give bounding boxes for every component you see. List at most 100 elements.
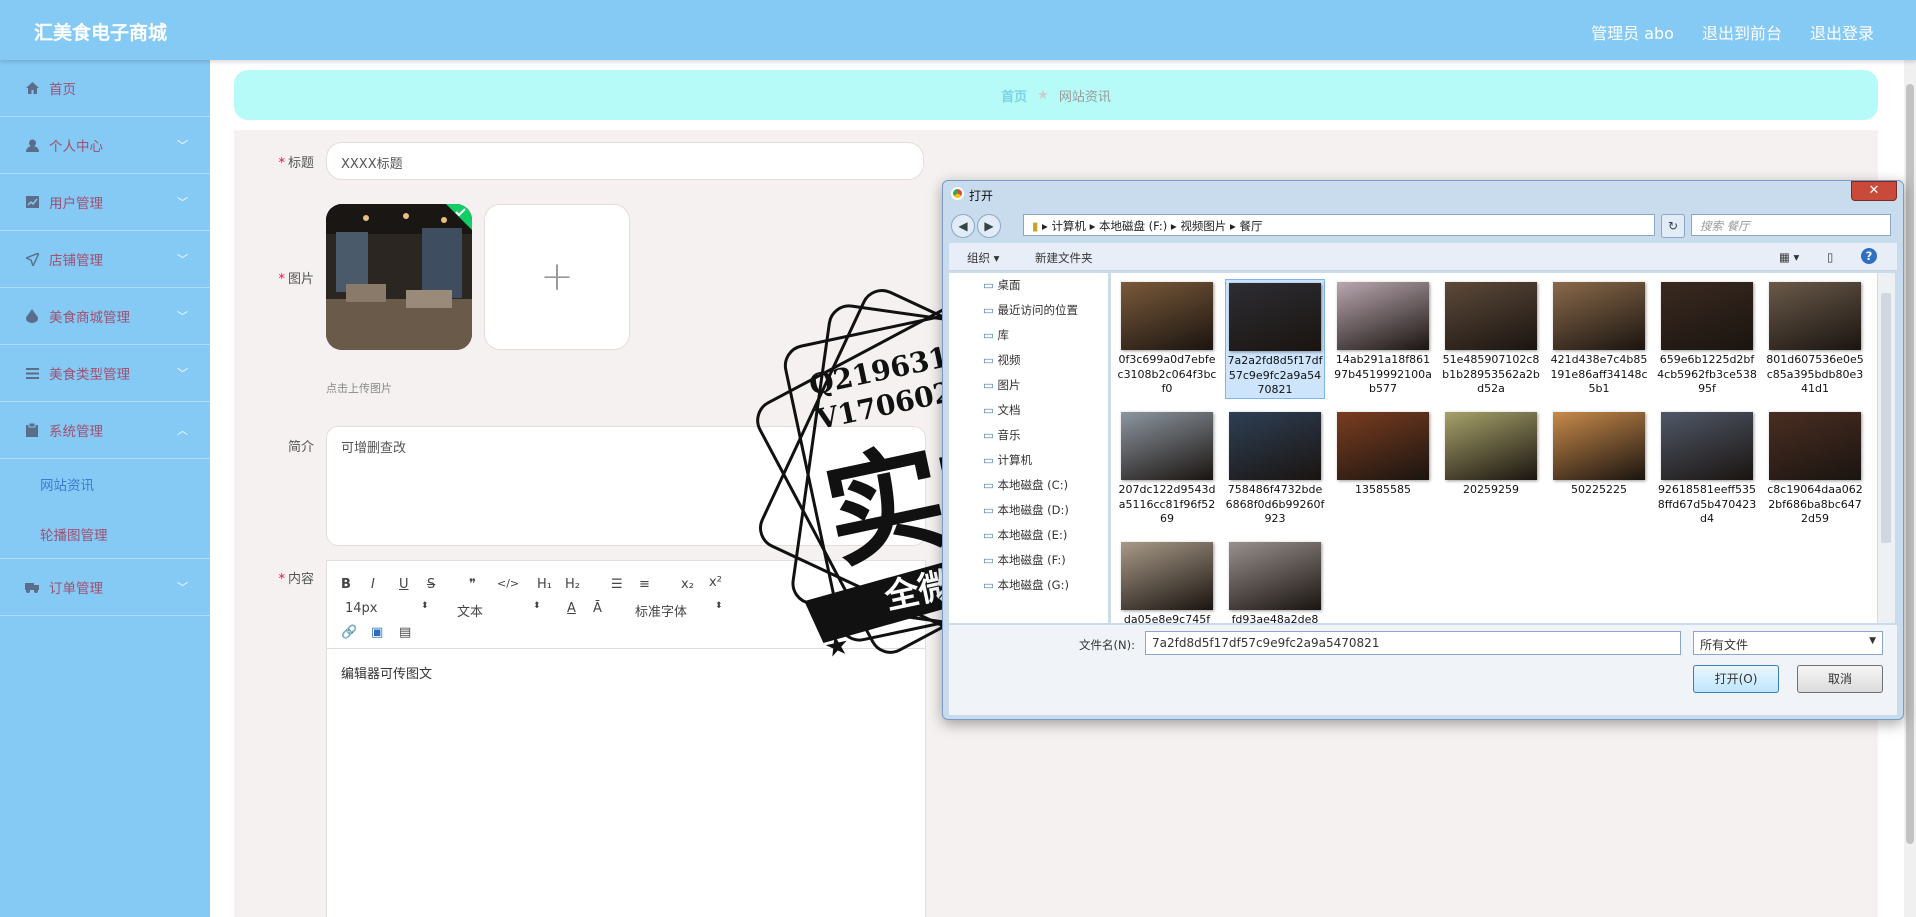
back-arrow-icon[interactable]: ◀ <box>951 214 975 238</box>
admin-user-link[interactable]: 管理员 abo <box>1591 20 1674 44</box>
code-icon[interactable]: </> <box>497 577 519 590</box>
logout-link[interactable]: 退出登录 <box>1810 20 1874 44</box>
sidebar-item-personal[interactable]: 个人中心 ﹀ <box>0 117 210 174</box>
upload-hint: 点击上传图片 <box>326 382 392 395</box>
font-color-icon[interactable]: A <box>567 601 576 616</box>
link-icon[interactable]: 🔗 <box>341 625 357 640</box>
dialog-close-button[interactable]: ✕ <box>1851 181 1897 201</box>
image-thumbnail <box>1337 282 1429 350</box>
tree-item[interactable]: ▭ 本地磁盘 (E:) <box>983 527 1067 543</box>
file-tile[interactable]: 7a2a2fd8d5f17df57c9e9fc2a9a5470821 <box>1225 279 1325 399</box>
sidebar-item-orders[interactable]: 订单管理 ﹀ <box>0 559 210 616</box>
chevron-down-icon: ﹀ <box>177 253 188 266</box>
sidebar-item-home[interactable]: 首页 <box>0 60 210 117</box>
path-segment[interactable]: 视频图片 <box>1180 219 1226 233</box>
search-input[interactable]: 搜索 餐厅 <box>1691 214 1891 236</box>
file-tile[interactable]: 92618581eeff5358ffd67d5b470423d4 <box>1657 409 1757 527</box>
organize-button[interactable]: 组织 ▾ <box>967 250 999 266</box>
cancel-button[interactable]: 取消 <box>1797 665 1883 693</box>
address-bar[interactable]: ▮ ▸ 计算机 ▸ 本地磁盘 (F:) ▸ 视频图片 ▸ 餐厅 <box>1023 214 1655 236</box>
breadcrumb-home[interactable]: 首页 <box>1001 86 1027 105</box>
tree-item[interactable]: ▭ 计算机 <box>983 452 1032 468</box>
add-image-button[interactable]: + <box>484 204 630 350</box>
back-to-front-link[interactable]: 退出到前台 <box>1702 20 1782 44</box>
tree-item[interactable]: ▭ 桌面 <box>983 277 1021 293</box>
bold-icon[interactable]: B <box>341 577 351 592</box>
recent-icon: ▭ <box>983 303 998 317</box>
view-menu-icon[interactable]: ▦ ▾ <box>1779 250 1799 264</box>
file-tile[interactable]: 207dc122d9543da5116cc81f96f5269 <box>1117 409 1217 527</box>
tree-item[interactable]: ▭ 音乐 <box>983 427 1021 443</box>
h2-icon[interactable]: H₂ <box>565 577 580 592</box>
tree-item[interactable]: ▭ 本地磁盘 (D:) <box>983 502 1069 518</box>
underline-icon[interactable]: U <box>399 577 409 592</box>
file-tile[interactable]: 758486f4732bde6868f0d6b99260f923 <box>1225 409 1325 527</box>
tree-item[interactable]: ▭ 最近访问的位置 <box>983 302 1078 318</box>
image-icon[interactable]: ▣ <box>371 625 383 640</box>
sidebar-item-label: 首页 <box>49 82 76 98</box>
tree-item[interactable]: ▭ 视频 <box>983 352 1021 368</box>
file-tile[interactable]: 801d607536e0e5c85a395bdb80e341d1 <box>1765 279 1865 397</box>
open-button[interactable]: 打开(O) <box>1693 665 1779 693</box>
font-family-select[interactable]: 标准字体 <box>635 601 687 620</box>
file-tile[interactable]: 14ab291a18f86197b4519992100ab577 <box>1333 279 1433 397</box>
font-size-select[interactable]: 14px <box>345 601 378 616</box>
sidebar-subitem-news[interactable]: 网站资讯 <box>0 459 210 509</box>
file-scrollbar[interactable] <box>1877 273 1895 623</box>
rich-text-editor[interactable]: B I U S ❞ </> H₁ H₂ ☰ ≡ x₂ x² 14px ⬍ 文本 … <box>326 560 926 917</box>
file-name: da05e8e9c745f <box>1123 613 1211 623</box>
file-tile[interactable]: 50225225 <box>1549 409 1649 498</box>
sidebar-item-users[interactable]: 用户管理 ﹀ <box>0 174 210 231</box>
ordered-list-icon[interactable]: ☰ <box>611 577 623 592</box>
italic-icon[interactable]: I <box>371 577 375 592</box>
quote-icon[interactable]: ❞ <box>469 577 476 592</box>
superscript-icon[interactable]: x² <box>709 575 722 590</box>
bg-color-icon[interactable]: Ā <box>593 601 602 616</box>
path-segment[interactable]: 餐厅 <box>1239 219 1262 233</box>
sidebar-item-food-mall[interactable]: 美食商城管理 ﹀ <box>0 288 210 345</box>
tree-item[interactable]: ▭ 库 <box>983 327 1009 343</box>
tree-item-label: 本地磁盘 (G:) <box>997 578 1069 592</box>
sidebar-item-food-types[interactable]: 美食类型管理 ﹀ <box>0 345 210 402</box>
refresh-icon[interactable]: ↻ <box>1661 214 1685 238</box>
title-input[interactable]: XXXX标题 <box>326 142 924 180</box>
tree-item[interactable]: ▭ 图片 <box>983 377 1021 393</box>
file-tile[interactable]: 13585585 <box>1333 409 1433 498</box>
file-name: 50225225 <box>1571 483 1627 496</box>
help-icon[interactable]: ? <box>1861 248 1877 264</box>
sidebar-item-system[interactable]: 系统管理 ︿ <box>0 402 210 459</box>
block-select[interactable]: 文本 <box>457 601 483 620</box>
path-segment[interactable]: 本地磁盘 (F:) <box>1099 219 1167 233</box>
file-type-select[interactable]: 所有文件 ▼ <box>1693 631 1883 655</box>
file-tile[interactable]: 20259259 <box>1441 409 1541 498</box>
sidebar-item-shops[interactable]: 店铺管理 ﹀ <box>0 231 210 288</box>
file-tile[interactable]: 421d438e7c4b85191e86aff34148c5b1 <box>1549 279 1649 397</box>
tree-item[interactable]: ▭ 文档 <box>983 402 1021 418</box>
tree-item[interactable]: ▭ 本地磁盘 (F:) <box>983 552 1066 568</box>
tree-item[interactable]: ▭ 本地磁盘 (G:) <box>983 577 1069 593</box>
subscript-icon[interactable]: x₂ <box>681 577 694 592</box>
h1-icon[interactable]: H₁ <box>537 577 552 592</box>
chevron-updown-icon: ⬍ <box>421 601 429 611</box>
filename-input[interactable]: 7a2fd8d5f17df57c9e9fc2a9a5470821 <box>1145 631 1681 655</box>
bullet-list-icon[interactable]: ≡ <box>639 577 650 592</box>
new-folder-button[interactable]: 新建文件夹 <box>1035 250 1093 266</box>
file-tile[interactable]: 51e485907102c8b1b28953562a2bd52a <box>1441 279 1541 397</box>
file-tile[interactable]: 659e6b1225d2bf4cb5962fb3ce53895f <box>1657 279 1757 397</box>
forward-arrow-icon[interactable]: ▶ <box>977 214 1001 238</box>
tree-item[interactable]: ▭ 本地磁盘 (C:) <box>983 477 1068 493</box>
file-tile[interactable]: 0f3c699a0d7ebfec3108b2c064f3bcf0 <box>1117 279 1217 397</box>
preview-pane-icon[interactable]: ▯ <box>1827 250 1833 264</box>
page-scrollbar[interactable] <box>1904 60 1916 917</box>
video-icon[interactable]: ▤ <box>399 625 411 640</box>
file-tile[interactable]: da05e8e9c745f <box>1117 539 1217 623</box>
uploaded-image-thumbnail[interactable] <box>326 204 472 350</box>
file-tile[interactable]: fd93ae48a2de8 <box>1225 539 1325 623</box>
file-tile[interactable]: c8c19064daa0622bf686ba8bc6472d59 <box>1765 409 1865 527</box>
intro-textarea[interactable]: 可增删查改 <box>326 426 926 546</box>
sidebar-subitem-carousel[interactable]: 轮播图管理 <box>0 509 210 559</box>
path-segment[interactable]: 计算机 <box>1051 219 1086 233</box>
sidebar-item-label: 美食商城管理 <box>49 310 130 326</box>
drive-icon: ▭ <box>983 578 998 592</box>
strike-icon[interactable]: S <box>427 577 435 592</box>
